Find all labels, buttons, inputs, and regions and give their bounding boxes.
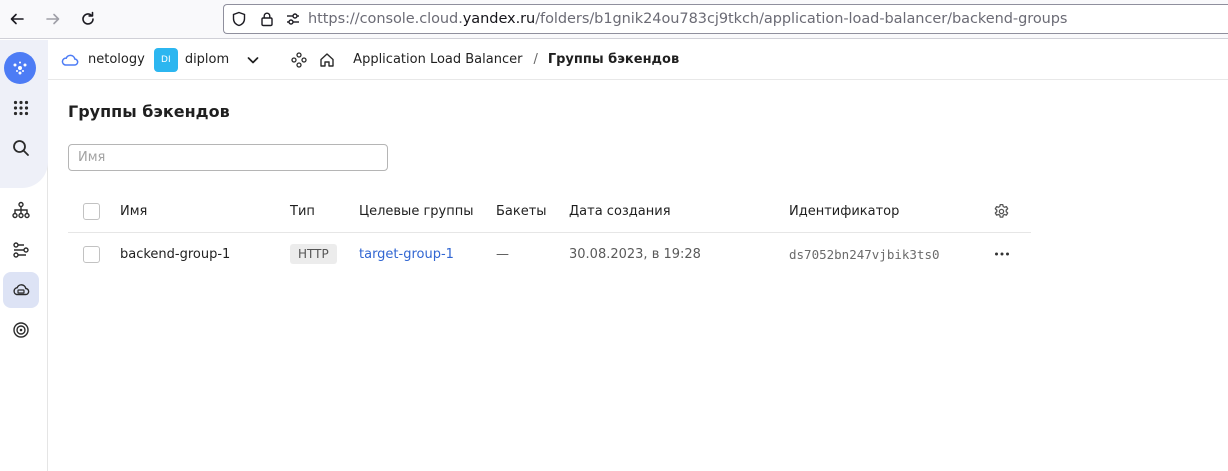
grid-dots-icon [13, 100, 29, 116]
page-title: Группы бэкендов [68, 102, 230, 121]
column-header-buckets[interactable]: Бакеты [496, 190, 547, 232]
back-button[interactable] [6, 8, 28, 30]
target-icon [13, 322, 29, 338]
browser-toolbar: https://console.cloud.yandex.ru/folders/… [0, 0, 1228, 39]
folder-name[interactable]: diplom [185, 52, 229, 67]
chevron-down-icon[interactable] [246, 53, 260, 67]
sidebar-item-services[interactable] [3, 90, 39, 126]
row-created: 30.08.2023, в 19:28 [569, 246, 701, 262]
cloud-name[interactable]: netology [88, 52, 145, 67]
row-target-group-link[interactable]: target-group-1 [359, 233, 454, 275]
sidebar-item-search[interactable] [3, 130, 39, 166]
select-all-checkbox[interactable] [83, 190, 100, 232]
forward-button[interactable] [42, 8, 64, 30]
backend-groups-table: Имя Тип Целевые группы Бакеты Дата созда… [68, 190, 1031, 275]
sidebar [0, 40, 48, 471]
table-row[interactable]: backend-group-1 HTTP target-group-1 — 30… [68, 233, 1031, 275]
sidebar-item-routes[interactable] [3, 232, 39, 268]
nodes-icon[interactable] [291, 51, 307, 68]
column-header-created[interactable]: Дата создания [569, 190, 671, 232]
permissions-icon[interactable] [284, 10, 302, 28]
column-header-id[interactable]: Идентификатор [789, 190, 899, 232]
sidebar-item-hierarchy[interactable] [3, 192, 39, 228]
arrow-left-icon [10, 13, 24, 25]
yandex-cloud-logo-icon[interactable] [4, 52, 36, 84]
row-id: ds7052bn247vjbik3ts0 [789, 246, 940, 262]
column-header-type[interactable]: Тип [290, 190, 315, 232]
home-icon[interactable] [319, 52, 335, 68]
row-checkbox[interactable] [83, 233, 100, 275]
folder-badge: DI [153, 47, 178, 72]
routes-icon [13, 242, 29, 258]
search-input[interactable] [68, 144, 388, 171]
sidebar-item-load-balancer[interactable] [3, 272, 39, 308]
url-prefix: https://console.cloud. [308, 11, 463, 27]
arrow-right-icon [46, 13, 60, 25]
breadcrumb-service[interactable]: Application Load Balancer [353, 52, 522, 67]
row-name[interactable]: backend-group-1 [120, 233, 230, 275]
shield-icon[interactable] [230, 10, 248, 28]
row-type: HTTP [290, 233, 337, 275]
table-header-row: Имя Тип Целевые группы Бакеты Дата созда… [68, 190, 1031, 233]
lock-icon[interactable] [258, 10, 276, 28]
search-icon [13, 140, 29, 156]
address-bar[interactable]: https://console.cloud.yandex.ru/folders/… [223, 4, 1228, 34]
row-buckets: — [496, 246, 509, 262]
url-path: /folders/b1gnik24ou783cj9tkch/applicatio… [535, 11, 1068, 27]
hierarchy-icon [12, 201, 30, 219]
url-host: yandex.ru [462, 11, 536, 27]
breadcrumb-separator: / [533, 52, 538, 67]
gear-icon[interactable] [993, 190, 1010, 232]
sidebar-item-target[interactable] [3, 312, 39, 348]
reload-icon [82, 11, 94, 25]
more-icon[interactable] [993, 233, 1011, 275]
console-header: netology DI diplom Application Load Bala… [48, 40, 1228, 80]
load-balancer-icon [13, 284, 30, 296]
cloud-icon [61, 52, 79, 68]
type-tag: HTTP [290, 244, 337, 264]
column-header-target-groups[interactable]: Целевые группы [359, 190, 474, 232]
breadcrumb-current: Группы бэкендов [547, 52, 680, 67]
reload-button[interactable] [77, 8, 99, 30]
column-header-name[interactable]: Имя [120, 190, 147, 232]
url-text[interactable]: https://console.cloud.yandex.ru/folders/… [308, 11, 1068, 27]
